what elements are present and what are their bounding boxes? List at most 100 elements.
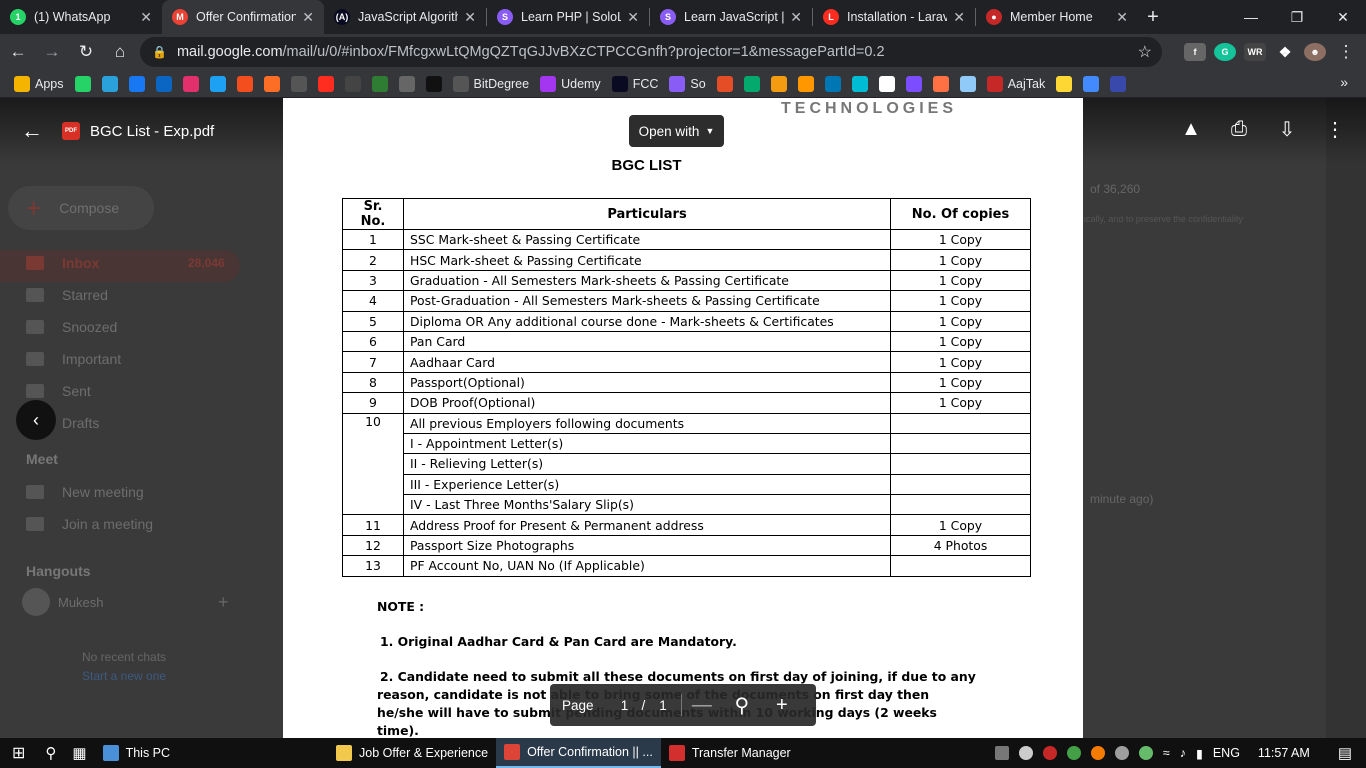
- bookmark-item[interactable]: [209, 75, 226, 92]
- bookmark-item[interactable]: [344, 75, 361, 92]
- more-bookmarks-icon[interactable]: »: [1340, 74, 1348, 90]
- bookmark-item[interactable]: [236, 75, 253, 92]
- notifications-icon[interactable]: ▤: [1338, 744, 1352, 762]
- bookmark-item[interactable]: [851, 75, 868, 92]
- bookmark-item[interactable]: [743, 75, 760, 92]
- zoom-icon[interactable]: ⚲: [722, 693, 762, 718]
- bookmark-item[interactable]: [1083, 75, 1100, 92]
- close-window-icon[interactable]: ✕: [1320, 0, 1366, 34]
- browser-tab[interactable]: S Learn PHP | SoloLe ✕: [487, 0, 649, 34]
- tab-close-icon[interactable]: ✕: [1116, 9, 1128, 26]
- start-button[interactable]: ⊞: [0, 738, 37, 768]
- forward-icon[interactable]: →: [36, 36, 68, 68]
- bookmark-item[interactable]: [824, 75, 841, 92]
- more-options-icon[interactable]: ⋮: [1322, 116, 1348, 142]
- bookmark-item[interactable]: So: [669, 75, 706, 92]
- sidebar-item-inbox[interactable]: Inbox 28,046: [26, 255, 225, 271]
- tab-close-icon[interactable]: ✕: [790, 9, 802, 26]
- home-icon[interactable]: ⌂: [104, 36, 136, 68]
- bookmark-item[interactable]: [371, 75, 388, 92]
- browser-tab[interactable]: L Installation - Larav ✕: [813, 0, 975, 34]
- compose-button[interactable]: + Compose: [8, 186, 154, 230]
- print-icon[interactable]: ⎙: [1226, 116, 1252, 142]
- new-meeting-item[interactable]: New meeting: [26, 484, 144, 500]
- tab-close-icon[interactable]: ✕: [302, 9, 314, 26]
- bookmark-item[interactable]: [716, 75, 733, 92]
- zoom-in-icon[interactable]: +: [762, 694, 802, 717]
- volume-icon[interactable]: ♪: [1180, 746, 1186, 760]
- new-tab-icon[interactable]: +: [1138, 0, 1168, 34]
- tab-close-icon[interactable]: ✕: [627, 9, 639, 26]
- bookmark-item[interactable]: [155, 75, 172, 92]
- sidebar-item-snoozed[interactable]: Snoozed: [26, 319, 117, 335]
- bookmark-item[interactable]: AajTak: [986, 75, 1045, 92]
- tray-app-icon[interactable]: [1114, 746, 1129, 760]
- tray-app-icon[interactable]: [1090, 746, 1105, 760]
- bookmark-item[interactable]: [398, 75, 415, 92]
- bookmark-item[interactable]: [797, 75, 814, 92]
- browser-tab[interactable]: M Offer Confirmation ✕: [162, 0, 324, 34]
- bookmark-item[interactable]: [74, 75, 91, 92]
- search-icon[interactable]: ⚲: [37, 738, 64, 768]
- clock[interactable]: 11:57 AM: [1258, 746, 1310, 760]
- browser-tab[interactable]: (A) JavaScript Algorith ✕: [324, 0, 486, 34]
- collapse-sidebar-button[interactable]: ‹: [16, 400, 56, 440]
- sidebar-item-starred[interactable]: Starred: [26, 287, 108, 303]
- task-view-icon[interactable]: ▦: [64, 738, 94, 768]
- kebab-menu-icon[interactable]: ⋮: [1330, 36, 1362, 68]
- bookmark-item[interactable]: [317, 75, 334, 92]
- bookmark-star-icon[interactable]: ☆: [1138, 42, 1152, 62]
- battery-icon[interactable]: ▮: [1196, 746, 1203, 761]
- back-arrow-icon[interactable]: ←: [20, 118, 44, 143]
- security-icon[interactable]: [1138, 746, 1153, 760]
- browser-tab[interactable]: 1 (1) WhatsApp ✕: [0, 0, 162, 34]
- taskbar-app[interactable]: This PC: [95, 738, 178, 768]
- onedrive-icon[interactable]: [1018, 746, 1033, 760]
- extension-icon[interactable]: f: [1184, 43, 1206, 61]
- bookmark-item[interactable]: [770, 75, 787, 92]
- tray-app-icon[interactable]: [994, 746, 1009, 760]
- add-chat-icon[interactable]: +: [218, 592, 229, 613]
- bookmark-item[interactable]: [959, 75, 976, 92]
- page-number-input[interactable]: 1: [618, 698, 632, 713]
- tab-close-icon[interactable]: ✕: [140, 9, 152, 26]
- lock-icon[interactable]: 🔒: [152, 45, 167, 59]
- open-with-button[interactable]: Open with ▼: [629, 115, 724, 147]
- bookmark-item[interactable]: [1110, 75, 1127, 92]
- bookmark-item[interactable]: Udemy: [540, 75, 601, 92]
- zoom-out-icon[interactable]: —: [682, 694, 722, 717]
- sidebar-item-sent[interactable]: Sent: [26, 383, 91, 399]
- bookmark-item[interactable]: BitDegree: [452, 75, 529, 92]
- browser-tab[interactable]: S Learn JavaScript | S ✕: [650, 0, 812, 34]
- tab-close-icon[interactable]: ✕: [953, 9, 965, 26]
- wr-extension-icon[interactable]: WR: [1244, 43, 1266, 61]
- bookmark-item[interactable]: [1056, 75, 1073, 92]
- download-icon[interactable]: ⇩: [1274, 116, 1300, 142]
- bookmark-item[interactable]: [905, 75, 922, 92]
- browser-tab[interactable]: ● Member Home ✕: [976, 0, 1138, 34]
- bookmark-item[interactable]: [932, 75, 949, 92]
- hangouts-user[interactable]: Mukesh: [22, 588, 104, 616]
- restore-icon[interactable]: ❐: [1274, 0, 1320, 34]
- tab-close-icon[interactable]: ✕: [464, 9, 476, 26]
- address-bar[interactable]: 🔒 mail.google.com/mail/u/0/#inbox/FMfcgx…: [140, 37, 1162, 67]
- bookmark-item[interactable]: Apps: [14, 75, 64, 92]
- taskbar-app[interactable]: Offer Confirmation || ...: [496, 738, 661, 768]
- bookmark-item[interactable]: [290, 75, 307, 92]
- puzzle-icon[interactable]: ❖: [1274, 43, 1296, 61]
- bookmark-item[interactable]: FCC: [611, 75, 658, 92]
- bookmark-item[interactable]: [182, 75, 199, 92]
- language-indicator[interactable]: ENG: [1213, 746, 1240, 760]
- profile-avatar[interactable]: ☻: [1304, 43, 1326, 61]
- join-meeting-item[interactable]: Join a meeting: [26, 516, 153, 532]
- grammarly-icon[interactable]: G: [1214, 43, 1236, 61]
- tray-app-icon[interactable]: [1066, 746, 1081, 760]
- back-icon[interactable]: ←: [2, 36, 34, 68]
- bookmark-item[interactable]: [425, 75, 442, 92]
- bookmark-item[interactable]: [128, 75, 145, 92]
- minimize-icon[interactable]: —: [1228, 0, 1274, 34]
- start-chat-link[interactable]: Start a new one: [82, 669, 166, 683]
- taskbar-app[interactable]: Transfer Manager: [661, 738, 799, 768]
- bookmark-item[interactable]: [263, 75, 280, 92]
- bookmark-item[interactable]: [101, 75, 118, 92]
